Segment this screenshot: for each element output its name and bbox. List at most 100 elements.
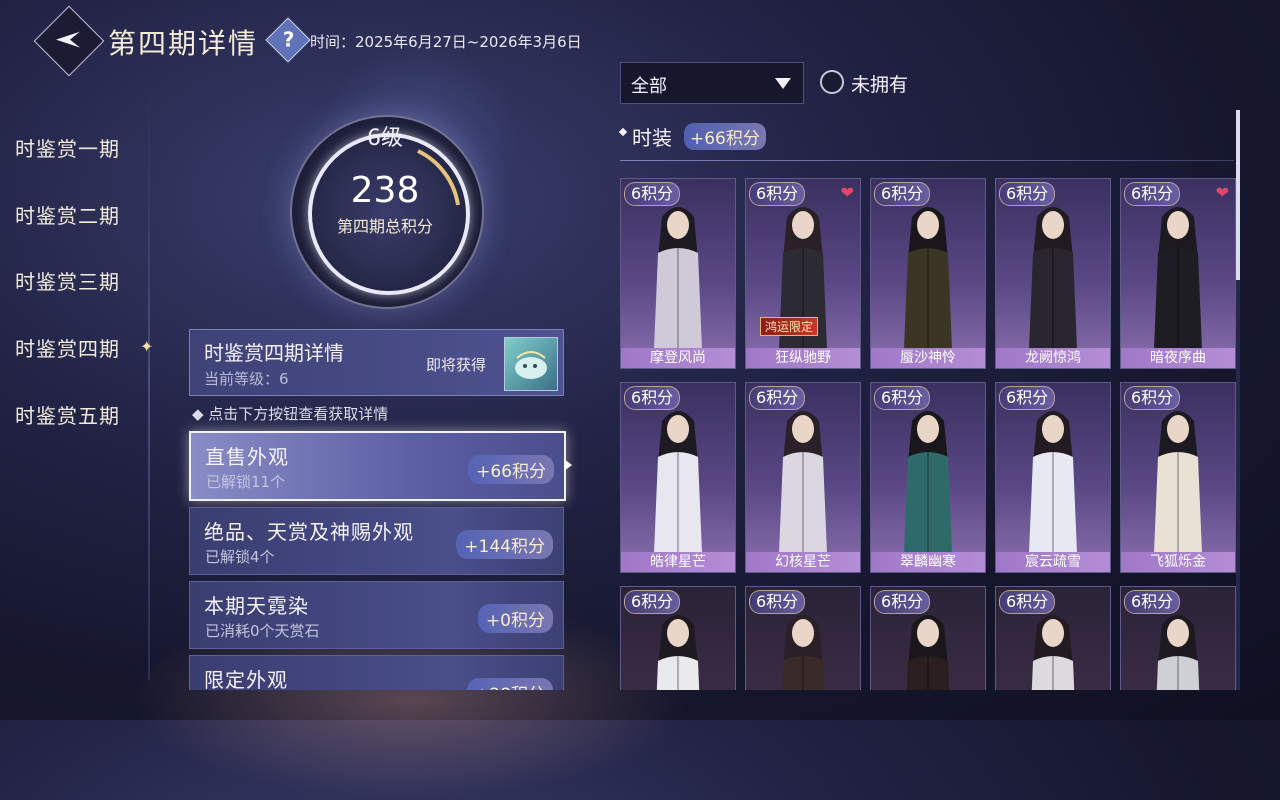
event-time: 时间：2025年6月27日~2026年3月6日 — [310, 33, 582, 51]
outfit-name: 狂纵驰野 — [746, 348, 860, 368]
outfit-figure — [1029, 207, 1077, 349]
level-label: 6级 — [367, 126, 403, 151]
category-title: 直售外观 — [205, 445, 289, 469]
outfit-points: 6积分 — [999, 182, 1056, 206]
outfit-name: 蜃沙神怜 — [871, 348, 985, 368]
category-direct-sale[interactable]: 直售外观 已解锁11个 +66积分 — [189, 431, 566, 501]
outfit-points: 6积分 — [749, 590, 806, 614]
active-arrow-icon — [564, 459, 572, 471]
category-limited[interactable]: 限定外观 +28积分 — [189, 655, 564, 690]
limited-badge: 鸿运限定 — [760, 317, 819, 336]
outfit-points: 6积分 — [624, 386, 681, 410]
outfit-name: 暗夜序曲 — [1121, 348, 1235, 368]
period-info-title: 时鉴赏四期详情 — [204, 341, 344, 365]
outfit-figure — [904, 411, 952, 553]
outfit-name: 龙阙惊鸿 — [996, 348, 1110, 368]
outfit-points: 6积分 — [874, 182, 931, 206]
chevron-down-icon — [775, 78, 791, 89]
outfit-figure — [1029, 411, 1077, 553]
outfit-figure — [904, 207, 952, 349]
outfit-card[interactable]: 6积分 ❤ 鸿运限定 狂纵驰野 — [745, 178, 861, 369]
help-icon[interactable]: ? — [265, 17, 311, 63]
category-dye[interactable]: 本期天霓染 已消耗0个天赏石 +0积分 — [189, 581, 564, 649]
active-marker-icon: ✦ — [140, 337, 154, 356]
back-button[interactable] — [33, 5, 105, 77]
outfit-card[interactable]: 6积分龙阙惊鸿 — [995, 178, 1111, 369]
outfit-figure — [1156, 615, 1200, 690]
category-sub: 已解锁11个 — [206, 473, 286, 491]
outfit-points: 6积分 — [999, 590, 1056, 614]
nav-divider — [148, 80, 150, 680]
outfit-card[interactable]: 6积分 — [870, 586, 986, 690]
category-points: +144积分 — [456, 530, 553, 559]
back-arrow-icon — [56, 31, 80, 48]
section-bullet-icon — [618, 127, 628, 137]
total-score: 238 — [350, 170, 420, 211]
category-clip: 限定外观 +28积分 — [189, 655, 564, 690]
outfit-points: 6积分 — [749, 386, 806, 410]
outfit-points: 6积分 — [1124, 386, 1181, 410]
outfit-points: 6积分 — [999, 386, 1056, 410]
period-info-card[interactable]: 时鉴赏四期详情 当前等级：6 即将获得 — [189, 329, 564, 396]
outfit-card[interactable]: 6积分 — [745, 586, 861, 690]
category-points: +0积分 — [477, 604, 553, 633]
outfit-points: 6积分 — [1124, 182, 1181, 206]
nav-item-period-2[interactable]: 时鉴赏二期 — [15, 200, 120, 229]
outfit-name: 幻核星芒 — [746, 552, 860, 572]
category-sub: 已消耗0个天赏石 — [205, 622, 320, 640]
current-level: 当前等级：6 — [204, 370, 289, 388]
page-title: 第四期详情 — [108, 27, 259, 60]
help-glyph: ? — [282, 27, 295, 52]
outfit-points: 6积分 — [624, 182, 681, 206]
filter-selected: 全部 — [631, 76, 667, 97]
total-score-label: 第四期总积分 — [336, 217, 433, 236]
nav-item-period-1[interactable]: 时鉴赏一期 — [15, 133, 120, 162]
outfit-card[interactable]: 6积分 — [995, 586, 1111, 690]
outfit-points: 6积分 — [624, 590, 681, 614]
not-owned-radio[interactable] — [820, 70, 844, 94]
section-points: +66积分 — [684, 123, 766, 150]
outfit-figure — [781, 615, 825, 690]
outfit-name: 宸云疏雪 — [996, 552, 1110, 572]
outfit-figure — [906, 615, 950, 690]
outfit-card[interactable]: 6积分 ❤ 暗夜序曲 — [1120, 178, 1236, 369]
outfit-card[interactable]: 6积分 — [1120, 586, 1236, 690]
outfit-card[interactable]: 6积分飞狐烁金 — [1120, 382, 1236, 573]
outfit-points: 6积分 — [874, 386, 931, 410]
heart-icon[interactable]: ❤ — [1216, 185, 1229, 201]
nav-item-period-3[interactable]: 时鉴赏三期 — [15, 266, 120, 295]
soon-label: 即将获得 — [426, 356, 487, 374]
category-title: 本期天霓染 — [204, 594, 309, 618]
outfit-card[interactable]: 6积分 — [620, 586, 736, 690]
heart-icon[interactable]: ❤ — [841, 185, 854, 201]
outfit-figure — [779, 411, 827, 553]
outfit-card[interactable]: 6积分蜃沙神怜 — [870, 178, 986, 369]
category-points: +66积分 — [468, 455, 554, 484]
scrollbar[interactable] — [1236, 110, 1240, 690]
outfit-points: 6积分 — [1124, 590, 1181, 614]
hint-text: ◆ 点击下方按钮查看获取详情 — [192, 405, 389, 423]
nav-item-period-4[interactable]: 时鉴赏四期 — [15, 333, 120, 362]
category-sub: 已解锁4个 — [205, 548, 275, 566]
nav-item-period-5[interactable]: 时鉴赏五期 — [15, 400, 120, 429]
reward-pet-icon[interactable] — [504, 337, 558, 391]
outfit-figure — [1154, 207, 1202, 349]
category-title: 绝品、天赏及神赐外观 — [204, 520, 414, 544]
outfit-figure — [656, 615, 700, 690]
outfit-card[interactable]: 6积分幻核星芒 — [745, 382, 861, 573]
outfit-figure — [654, 411, 702, 553]
outfit-card[interactable]: 6积分宸云疏雪 — [995, 382, 1111, 573]
outfit-card[interactable]: 6积分皓律星芒 — [620, 382, 736, 573]
outfit-name: 皓律星芒 — [621, 552, 735, 572]
outfit-card[interactable]: 6积分 翠麟幽寒 — [870, 382, 986, 573]
not-owned-label[interactable]: 未拥有 — [851, 70, 908, 97]
section-divider — [620, 160, 1234, 161]
category-title: 限定外观 — [204, 668, 288, 690]
scrollbar-thumb[interactable] — [1236, 110, 1240, 280]
outfit-card[interactable]: 6积分 摩登风尚 — [620, 178, 736, 369]
outfit-name: 飞狐烁金 — [1121, 552, 1235, 572]
filter-dropdown[interactable]: 全部 — [620, 62, 804, 104]
outfit-grid: 6积分 摩登风尚 6积分 ❤ 鸿运限定 狂纵驰野 6积分 蜃沙神怜 6积分 龙阙惊鸿 6积分 ❤ 暗夜序… — [620, 178, 1236, 690]
category-premium[interactable]: 绝品、天赏及神赐外观 已解锁4个 +144积分 — [189, 507, 564, 575]
outfit-points: 6积分 — [874, 590, 931, 614]
